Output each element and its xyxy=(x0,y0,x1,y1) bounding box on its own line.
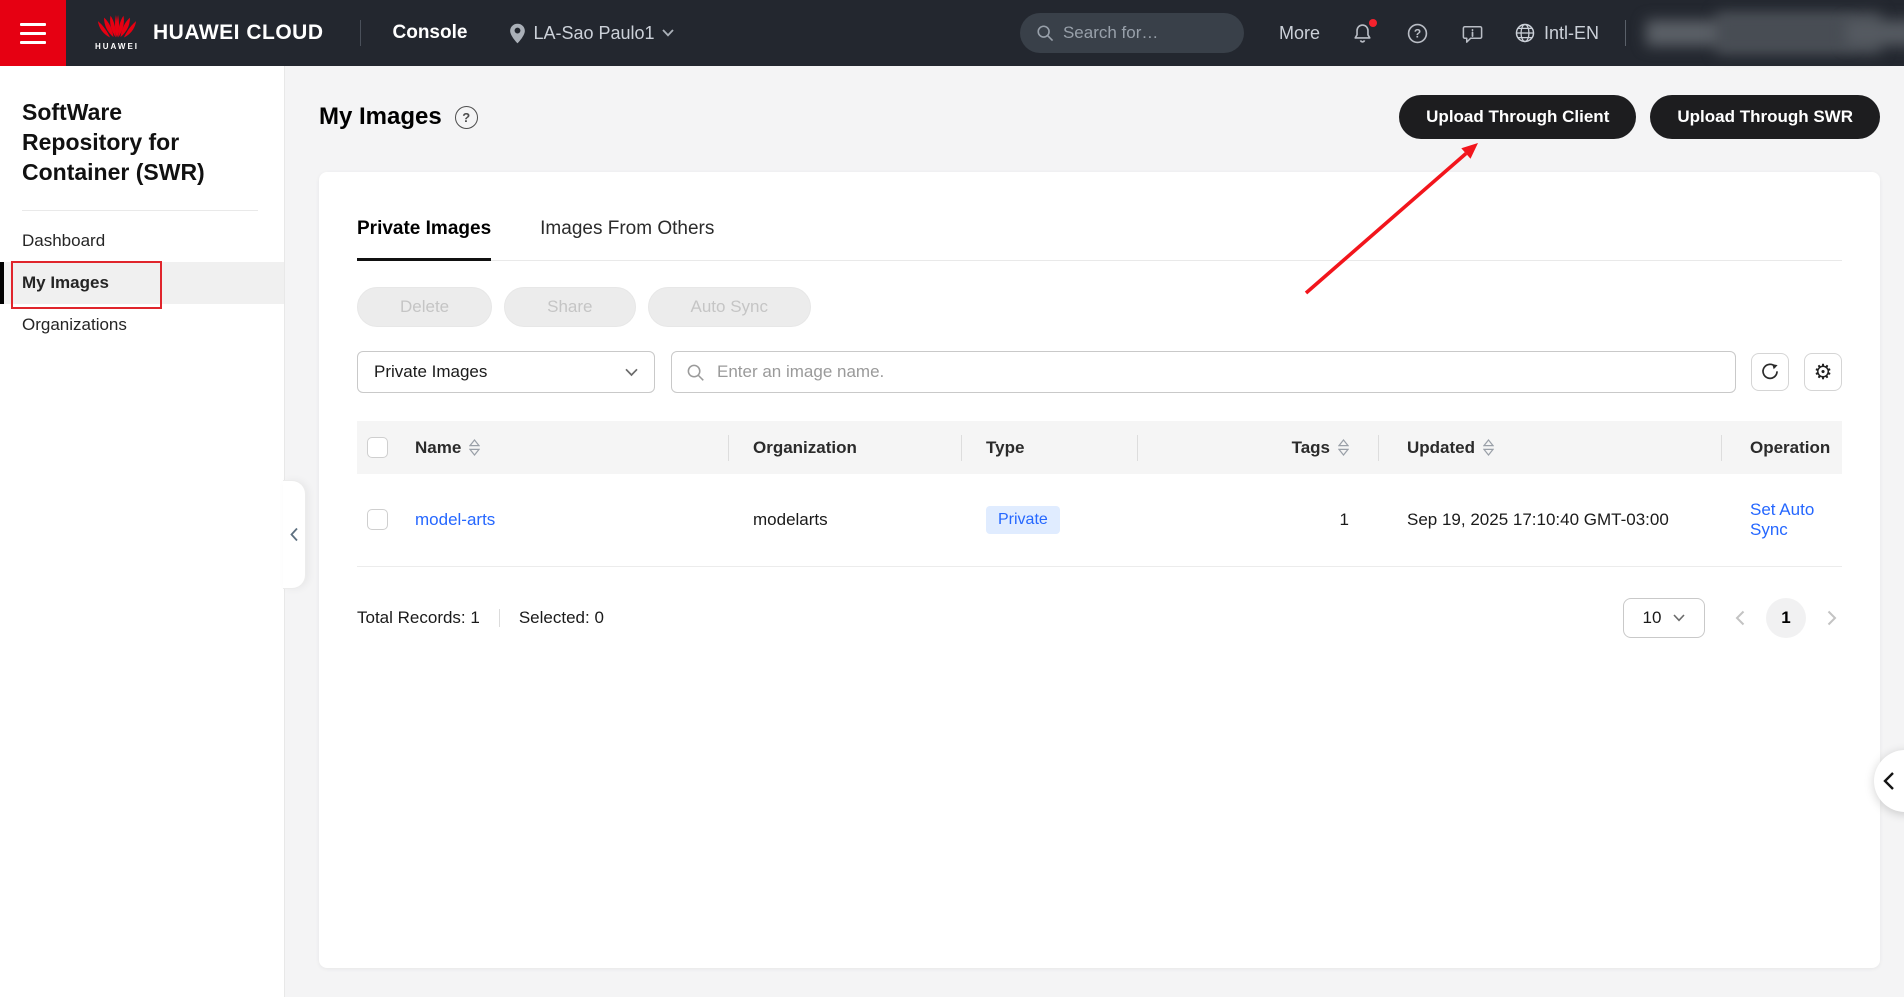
notification-dot xyxy=(1369,19,1377,27)
sidebar-item-my-images[interactable]: My Images xyxy=(0,262,284,304)
tabs-bar: Private Images Images From Others xyxy=(357,172,1842,261)
footer-divider xyxy=(499,609,500,627)
auto-sync-button[interactable]: Auto Sync xyxy=(648,287,812,327)
gear-icon: ⚙ xyxy=(1814,362,1833,383)
chevron-down-icon xyxy=(662,29,674,37)
global-search-placeholder: Search for… xyxy=(1063,23,1158,43)
notifications-bell-icon[interactable] xyxy=(1351,21,1375,45)
brand-name: HUAWEI CLOUD xyxy=(153,21,324,45)
column-header-updated: Updated xyxy=(1407,438,1475,458)
chevron-left-icon xyxy=(1735,610,1745,626)
row-checkbox[interactable] xyxy=(367,509,388,530)
more-menu[interactable]: More xyxy=(1279,23,1320,44)
column-header-organization: Organization xyxy=(753,438,857,457)
refresh-icon xyxy=(1760,362,1780,382)
sidebar-item-dashboard[interactable]: Dashboard xyxy=(0,220,284,262)
top-nav: HUAWEI HUAWEI CLOUD Console LA-Sao Paulo… xyxy=(0,0,1904,66)
main-content: My Images ? Upload Through Client Upload… xyxy=(285,66,1904,997)
image-type-select[interactable]: Private Images xyxy=(357,351,655,393)
sidebar-item-organizations[interactable]: Organizations xyxy=(0,304,284,346)
region-selector[interactable]: LA-Sao Paulo1 xyxy=(509,23,673,44)
current-page-button[interactable]: 1 xyxy=(1766,598,1806,638)
image-search-input[interactable] xyxy=(715,361,1721,383)
images-card: Private Images Images From Others Delete… xyxy=(319,172,1880,968)
set-auto-sync-link[interactable]: Set Auto Sync xyxy=(1750,500,1814,539)
search-icon xyxy=(1036,24,1054,42)
layout: SoftWare Repository for Container (SWR) … xyxy=(0,66,1904,997)
page-size-value: 10 xyxy=(1643,608,1662,628)
organization-cell: modelarts xyxy=(729,474,962,566)
huawei-flower-icon xyxy=(95,15,139,41)
globe-icon xyxy=(1514,22,1536,44)
search-icon xyxy=(686,363,705,382)
hamburger-menu-icon[interactable] xyxy=(0,0,66,66)
page-size-select[interactable]: 10 xyxy=(1623,598,1705,638)
page-header: My Images ? Upload Through Client Upload… xyxy=(319,95,1880,139)
tab-images-from-others[interactable]: Images From Others xyxy=(540,218,714,260)
table-header-row: Name Organization Type xyxy=(357,421,1842,474)
sidebar-collapse-handle[interactable] xyxy=(283,480,306,589)
selected-count-label: Selected: 0 xyxy=(519,608,604,628)
chevron-down-icon xyxy=(1673,614,1685,622)
feedback-icon[interactable] xyxy=(1461,21,1485,45)
share-button[interactable]: Share xyxy=(504,287,635,327)
chevron-down-icon xyxy=(625,368,638,377)
sidebar: SoftWare Repository for Container (SWR) … xyxy=(0,66,285,997)
locale-label: Intl-EN xyxy=(1544,23,1599,44)
nav-divider xyxy=(1625,20,1626,46)
filter-row: Private Images xyxy=(357,351,1842,393)
location-pin-icon xyxy=(509,23,526,44)
image-type-select-value: Private Images xyxy=(374,362,487,382)
delete-button[interactable]: Delete xyxy=(357,287,492,327)
page-help-icon[interactable]: ? xyxy=(455,106,478,129)
refresh-button[interactable] xyxy=(1751,353,1789,391)
column-header-operation: Operation xyxy=(1750,438,1830,457)
column-header-tags: Tags xyxy=(1292,438,1330,458)
global-search[interactable]: Search for… xyxy=(1020,13,1244,53)
sort-icon[interactable] xyxy=(1483,439,1494,456)
nav-divider xyxy=(360,20,361,46)
page-root: HUAWEI HUAWEI CLOUD Console LA-Sao Paulo… xyxy=(0,0,1904,997)
table-footer: Total Records: 1 Selected: 0 10 xyxy=(357,597,1842,639)
account-name-redacted[interactable] xyxy=(1646,8,1904,58)
column-header-type: Type xyxy=(986,438,1024,457)
image-name-link[interactable]: model-arts xyxy=(415,510,495,529)
region-label: LA-Sao Paulo1 xyxy=(533,23,654,44)
upload-through-client-button[interactable]: Upload Through Client xyxy=(1399,95,1636,139)
images-table: Name Organization Type xyxy=(357,421,1842,567)
next-page-button[interactable] xyxy=(1822,608,1842,628)
prev-page-button[interactable] xyxy=(1730,608,1750,628)
bulk-actions: Delete Share Auto Sync xyxy=(357,287,1842,327)
huawei-logo: HUAWEI xyxy=(95,15,139,51)
sidebar-divider xyxy=(22,210,258,211)
sort-icon[interactable] xyxy=(1338,439,1349,456)
updated-cell: Sep 19, 2025 17:10:40 GMT-03:00 xyxy=(1379,474,1722,566)
console-link[interactable]: Console xyxy=(393,22,468,44)
image-search-box xyxy=(671,351,1736,393)
help-icon[interactable]: ? xyxy=(1406,21,1430,45)
sidebar-nav: Dashboard My Images Organizations xyxy=(0,220,284,346)
svg-text:?: ? xyxy=(1414,26,1421,40)
table-row: model-arts modelarts Private 1 Sep 19, 2… xyxy=(357,474,1842,566)
upload-through-swr-button[interactable]: Upload Through SWR xyxy=(1650,95,1880,139)
sidebar-title: SoftWare Repository for Container (SWR) xyxy=(22,97,246,187)
chevron-left-icon xyxy=(289,527,299,542)
language-selector[interactable]: Intl-EN xyxy=(1514,22,1599,44)
tags-cell: 1 xyxy=(1138,474,1379,566)
type-badge: Private xyxy=(986,506,1060,534)
chevron-right-icon xyxy=(1827,610,1837,626)
select-all-checkbox[interactable] xyxy=(367,437,388,458)
column-header-name: Name xyxy=(415,438,461,458)
logo-word: HUAWEI xyxy=(95,42,139,51)
tab-private-images[interactable]: Private Images xyxy=(357,218,491,261)
sort-icon[interactable] xyxy=(469,439,480,456)
page-title: My Images xyxy=(319,103,442,131)
chevron-left-icon xyxy=(1882,771,1895,791)
total-records-label: Total Records: 1 xyxy=(357,608,480,628)
table-settings-button[interactable]: ⚙ xyxy=(1804,353,1842,391)
